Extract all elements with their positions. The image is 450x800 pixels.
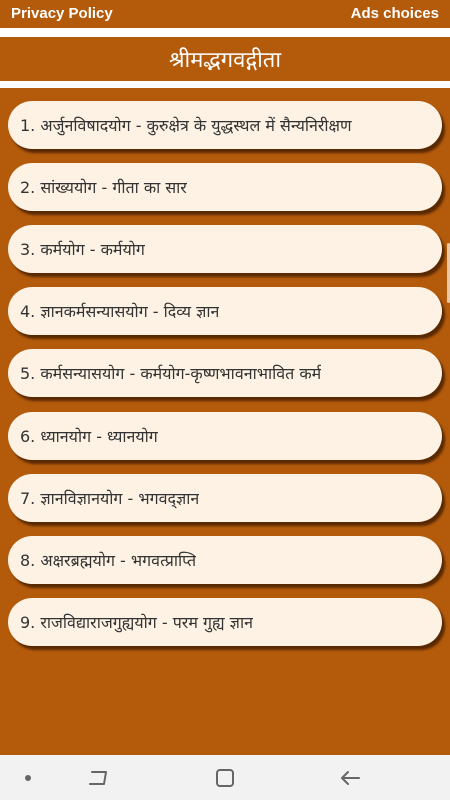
back-button[interactable] [320,755,380,800]
divider-bottom [0,81,450,88]
nav-dot-button[interactable] [0,755,58,800]
title-bar: श्रीमद्भगवद्गीता [0,37,450,81]
system-nav-bar [0,755,450,800]
chapter-item-1[interactable]: 1. अर्जुनविषादयोग - कुरुक्षेत्र के युद्ध… [8,101,442,149]
chapter-label: 2. सांख्ययोग - गीता का सार [20,178,187,197]
chapter-item-9[interactable]: 9. राजविद्याराजगुह्ययोग - परम गुह्य ज्ञा… [8,598,442,646]
chapter-item-7[interactable]: 7. ज्ञानविज्ञानयोग - भगवद्ज्ञान [8,474,442,522]
chapter-item-2[interactable]: 2. सांख्ययोग - गीता का सार [8,163,442,211]
privacy-policy-link[interactable]: Privacy Policy [11,5,113,22]
top-bar: Privacy Policy Ads choices [0,0,450,28]
chapter-list-container[interactable]: 1. अर्जुनविषादयोग - कुरुक्षेत्र के युद्ध… [0,88,450,755]
chapter-label: 1. अर्जुनविषादयोग - कुरुक्षेत्र के युद्ध… [20,116,352,135]
chapter-item-8[interactable]: 8. अक्षरब्रह्मयोग - भगवत्प्राप्ति [8,536,442,584]
back-icon [341,770,360,785]
recent-apps-icon [89,770,107,785]
chapter-item-5[interactable]: 5. कर्मसन्यासयोग - कर्मयोग-कृष्णभावनाभाव… [8,349,442,397]
chapter-label: 7. ज्ञानविज्ञानयोग - भगवद्ज्ञान [20,489,200,508]
page-title: श्रीमद्भगवद्गीता [168,48,282,73]
ads-choices-link[interactable]: Ads choices [351,5,439,22]
divider-top [0,28,450,37]
chapter-item-3[interactable]: 3. कर्मयोग - कर्मयोग [8,225,442,273]
chapter-label: 8. अक्षरब्रह्मयोग - भगवत्प्राप्ति [20,551,197,570]
chapter-label: 5. कर्मसन्यासयोग - कर्मयोग-कृष्णभावनाभाव… [20,364,322,383]
chapter-item-4[interactable]: 4. ज्ञानकर्मसन्यासयोग - दिव्य ज्ञान [8,287,442,335]
chapter-label: 6. ध्यानयोग - ध्यानयोग [20,427,158,446]
home-icon [216,768,234,787]
dot-icon [25,774,31,781]
chapter-label: 3. कर्मयोग - कर्मयोग [20,240,145,259]
home-button[interactable] [195,755,255,800]
recent-apps-button[interactable] [68,755,128,800]
chapter-item-6[interactable]: 6. ध्यानयोग - ध्यानयोग [8,412,442,460]
chapter-label: 9. राजविद्याराजगुह्ययोग - परम गुह्य ज्ञा… [20,613,253,632]
chapter-label: 4. ज्ञानकर्मसन्यासयोग - दिव्य ज्ञान [20,302,220,321]
